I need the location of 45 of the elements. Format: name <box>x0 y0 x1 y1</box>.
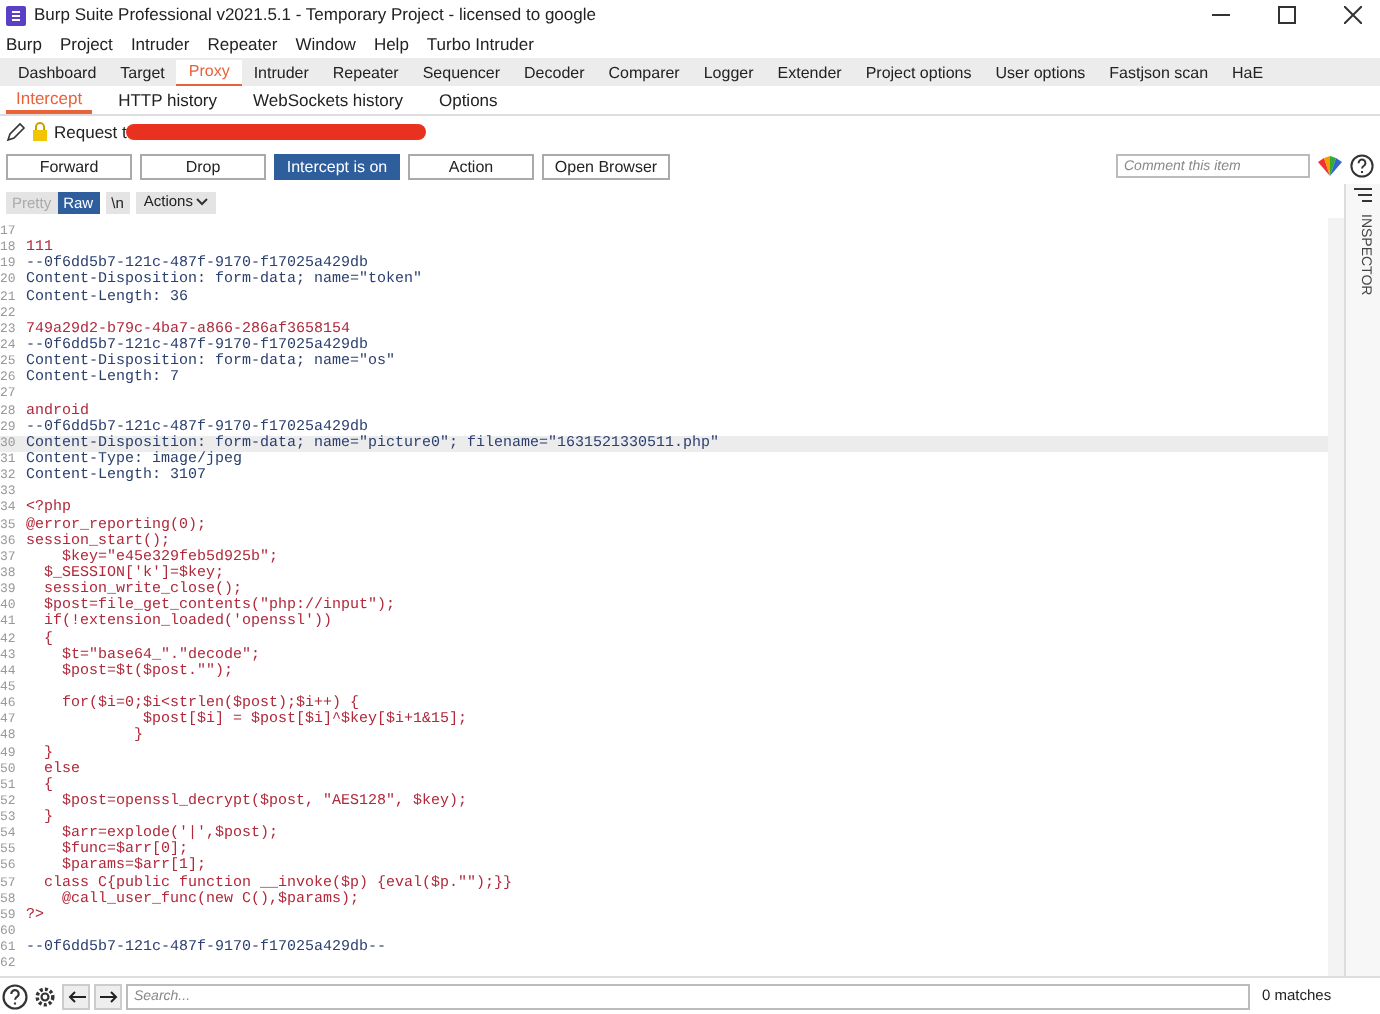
window-title: Burp Suite Professional v2021.5.1 - Temporary Project - licensed to google <box>34 2 598 28</box>
right-arrow-icon <box>99 989 117 1003</box>
subtab[interactable]: WebSockets history <box>243 86 413 114</box>
menu-icon[interactable] <box>1354 188 1372 202</box>
tab[interactable]: Target <box>108 60 177 86</box>
tab[interactable]: Project options <box>853 60 984 86</box>
action-button[interactable]: Intercept is on <box>274 153 400 179</box>
tab[interactable]: HaE <box>1220 60 1276 86</box>
subtab[interactable]: HTTP history <box>108 86 228 114</box>
menu-item[interactable]: Turbo Intruder <box>426 31 534 57</box>
caret-icon <box>196 198 209 206</box>
help-icon[interactable] <box>1350 154 1374 178</box>
pencil-icon[interactable] <box>6 122 26 142</box>
back-button[interactable] <box>62 983 90 1009</box>
subtab[interactable]: Options <box>428 86 508 114</box>
help-icon[interactable] <box>2 983 28 1009</box>
forward-button[interactable] <box>94 983 122 1009</box>
menu-item[interactable]: Intruder <box>130 31 190 57</box>
action-button[interactable]: Drop <box>140 153 266 179</box>
tab[interactable]: Logger <box>691 60 766 86</box>
left-arrow-icon <box>67 989 85 1003</box>
menu-item[interactable]: Project <box>59 31 113 57</box>
tab[interactable]: Extender <box>765 60 854 86</box>
tab[interactable]: Fastjson scan <box>1097 60 1221 86</box>
tab[interactable]: Comparer <box>596 60 692 86</box>
color-fan-icon[interactable] <box>1318 156 1342 176</box>
request-label: Request t <box>54 119 127 145</box>
tab[interactable]: Dashboard <box>6 60 109 86</box>
close-icon[interactable] <box>1344 6 1362 24</box>
action-button[interactable]: Forward <box>6 153 132 179</box>
app-logo-icon <box>6 5 26 25</box>
menu-item[interactable]: Help <box>373 31 409 57</box>
tab[interactable]: Intruder <box>241 60 321 86</box>
tab[interactable]: User options <box>983 60 1098 86</box>
tab[interactable]: Sequencer <box>410 60 513 86</box>
maximize-icon[interactable] <box>1278 6 1296 24</box>
menu-item[interactable]: Repeater <box>207 31 278 57</box>
tab[interactable]: Decoder <box>512 60 597 86</box>
action-button[interactable]: Open Browser <box>542 153 670 179</box>
lock-icon <box>32 122 48 142</box>
menu-item[interactable]: Burp <box>6 31 42 57</box>
tab[interactable]: Repeater <box>320 60 411 86</box>
menu-item[interactable]: Window <box>295 31 356 57</box>
settings-icon[interactable] <box>32 983 58 1009</box>
action-button[interactable]: Action <box>408 153 534 179</box>
